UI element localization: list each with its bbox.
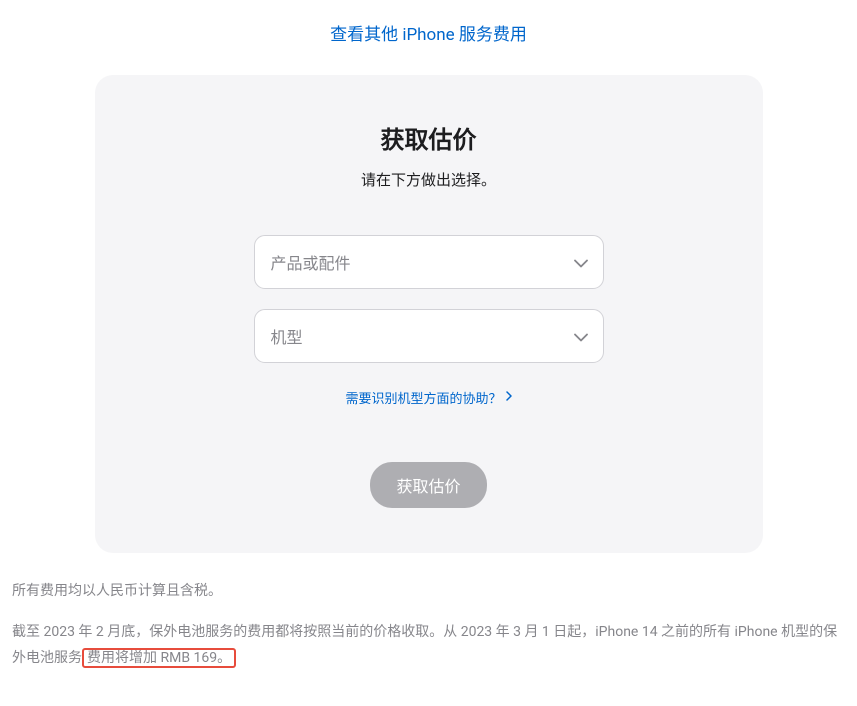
product-select-wrapper: 产品或配件: [254, 235, 604, 289]
model-select-wrapper: 机型: [254, 309, 604, 363]
card-title: 获取估价: [135, 120, 723, 155]
submit-row: 获取估价: [135, 462, 723, 508]
get-estimate-button[interactable]: 获取估价: [370, 462, 486, 508]
disclaimer-line-2: 截至 2023 年 2 月底，保外电池服务的费用都将按照当前的价格收取。从 20…: [12, 619, 845, 672]
help-link-label: 需要识别机型方面的协助？: [345, 388, 501, 407]
disclaimer-line-1: 所有费用均以人民币计算且含税。: [12, 578, 845, 605]
model-select-placeholder: 机型: [271, 324, 303, 348]
other-services-link[interactable]: 查看其他 iPhone 服务费用: [330, 25, 527, 45]
identify-model-help-link[interactable]: 需要识别机型方面的协助？: [345, 388, 511, 407]
product-select-placeholder: 产品或配件: [271, 250, 351, 274]
estimate-card: 获取估价 请在下方做出选择。 产品或配件 机型 需要识别机型方面的协助？: [95, 75, 763, 553]
chevron-right-icon: [506, 390, 512, 405]
product-select[interactable]: 产品或配件: [254, 235, 604, 289]
disclaimer-highlight: 费用将增加 RMB 169。: [82, 648, 236, 668]
card-subtitle: 请在下方做出选择。: [135, 169, 723, 190]
top-link-container: 查看其他 iPhone 服务费用: [0, 20, 857, 45]
disclaimer-block: 所有费用均以人民币计算且含税。 截至 2023 年 2 月底，保外电池服务的费用…: [0, 578, 857, 672]
model-select[interactable]: 机型: [254, 309, 604, 363]
